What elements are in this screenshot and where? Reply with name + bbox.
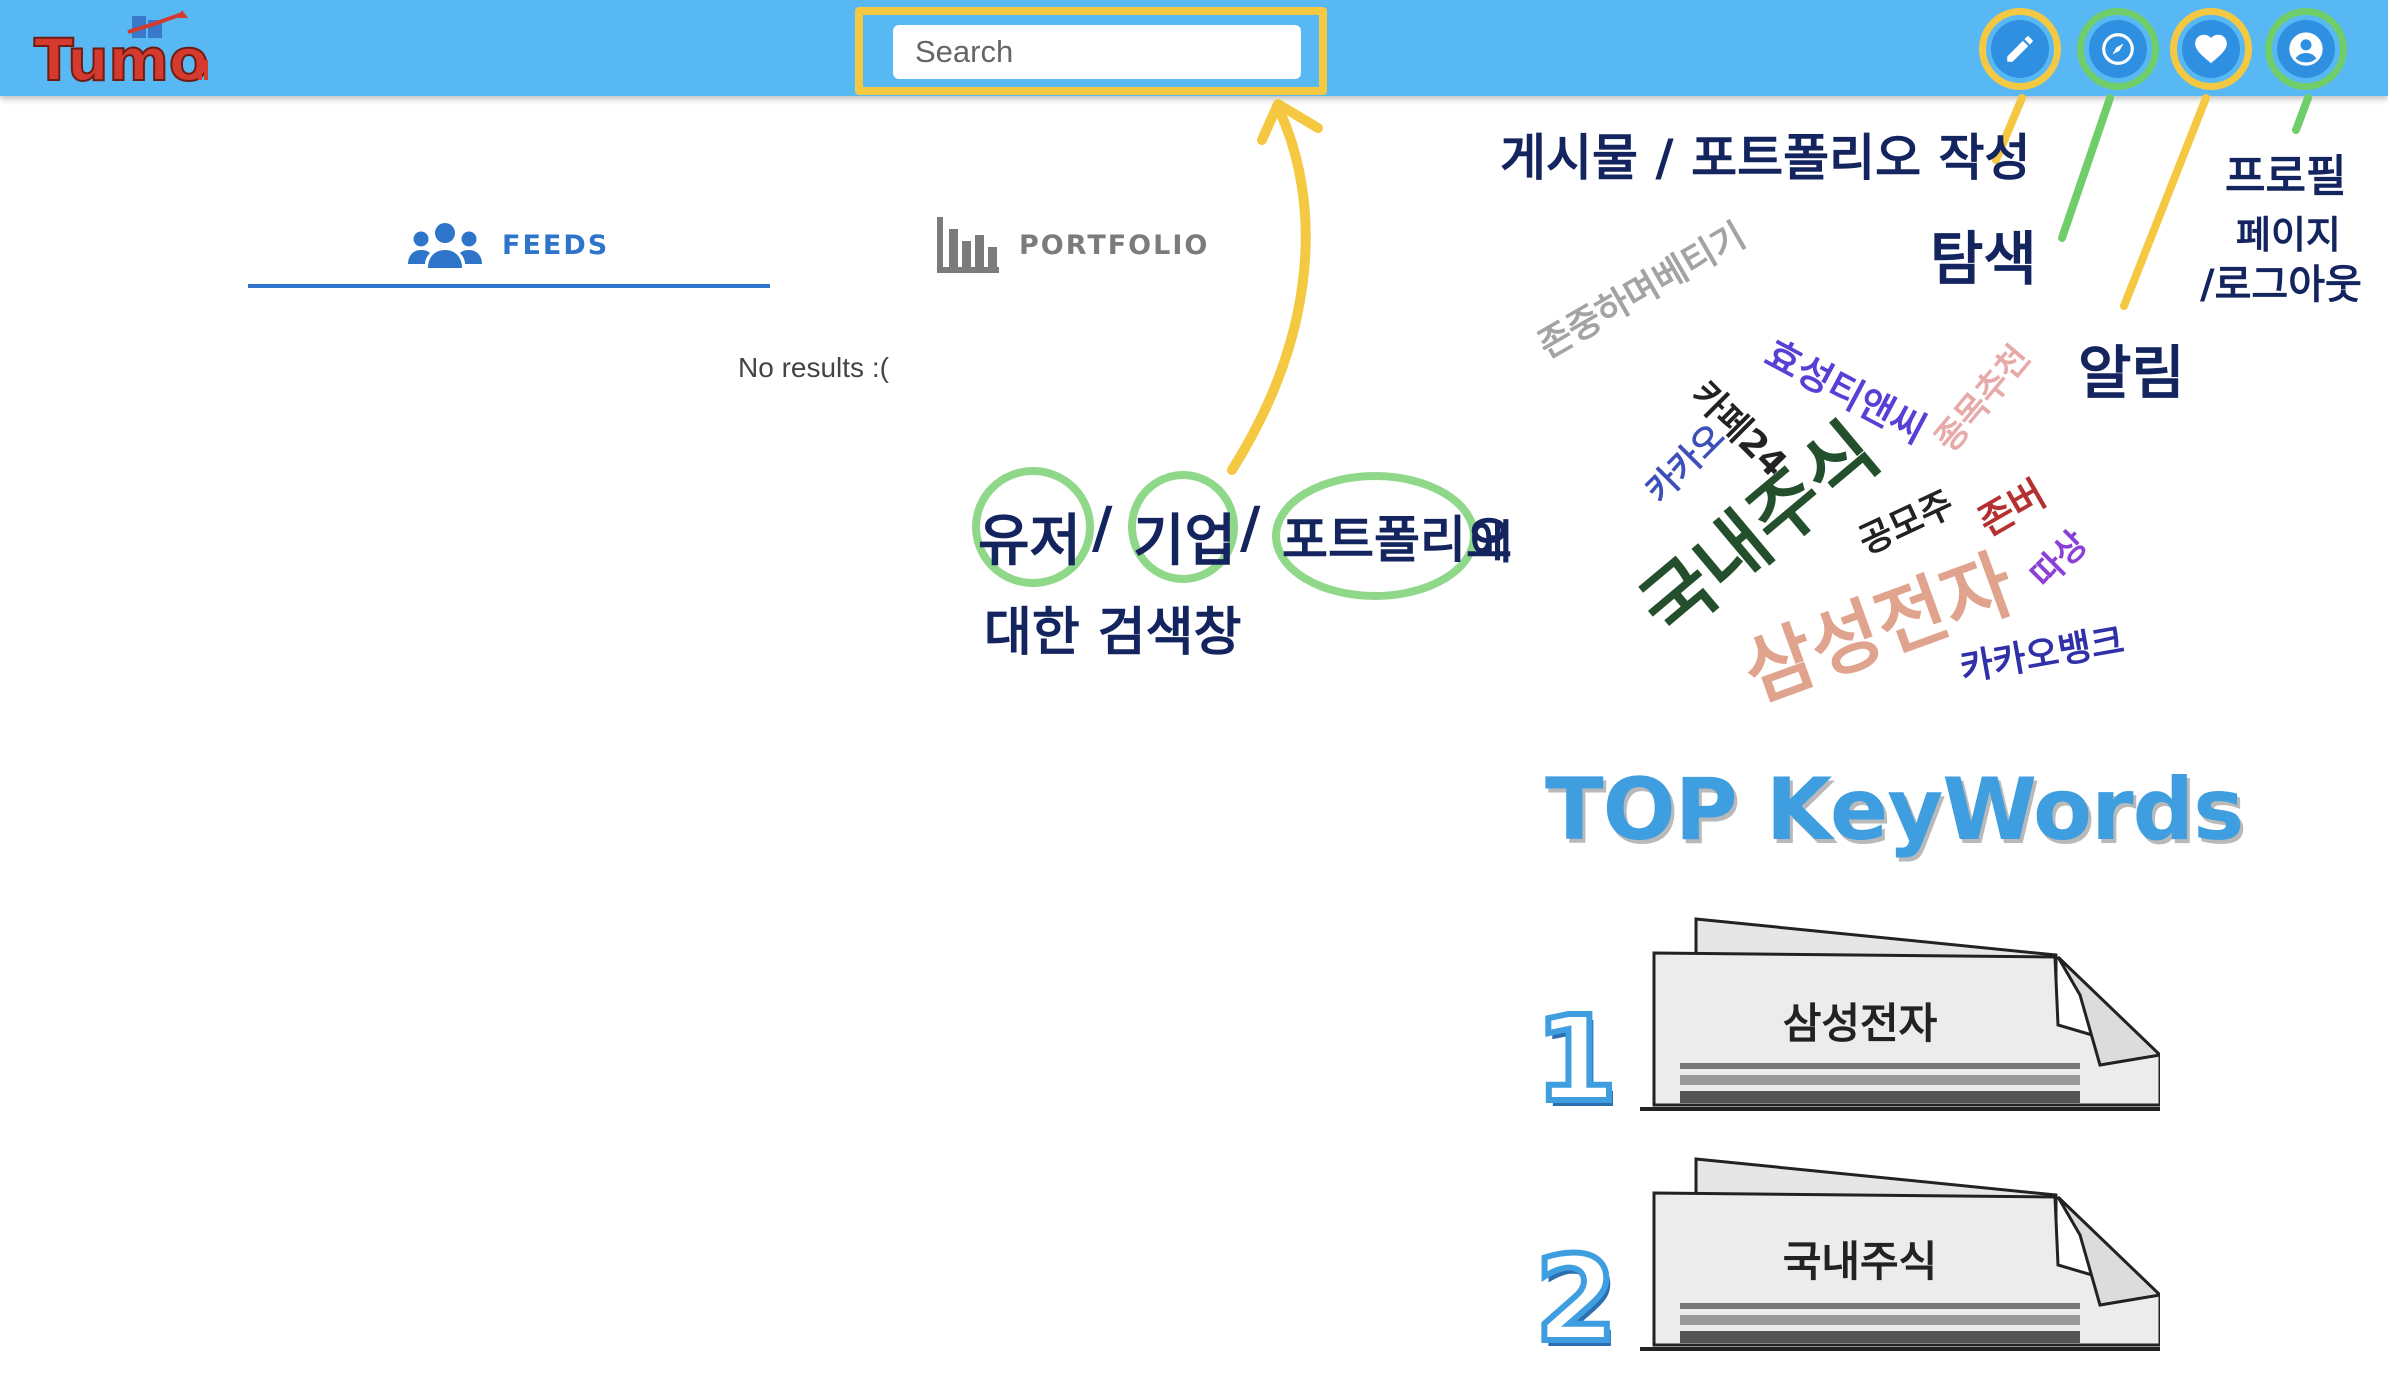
tab-portfolio[interactable]: PORTFOLIO: [935, 210, 1209, 280]
search-input[interactable]: [893, 25, 1301, 79]
people-icon: [408, 223, 482, 268]
explore-button[interactable]: [2077, 8, 2159, 90]
search-desc-slash-2: /: [1240, 496, 1261, 561]
write-post-annotation: 게시물 / 포트폴리오 작성: [1500, 129, 2031, 187]
svg-text:Tumo: Tumo: [34, 26, 209, 92]
alarm-annotation: 알림: [2078, 339, 2185, 407]
top-keywords-title: TOP KeyWords: [1545, 760, 2244, 860]
account-icon: [2289, 32, 2323, 66]
search-desc-slash-1: /: [1092, 496, 1113, 561]
profile-annotation-line1: 프로필: [2225, 151, 2347, 202]
search-desc-company: 기업: [1133, 509, 1237, 574]
search-desc-user: 유저: [978, 509, 1082, 574]
search-highlight-box: [855, 7, 1327, 95]
search-desc-suffix: 에: [1470, 515, 1513, 569]
top-bar: Tumo: [0, 0, 2388, 96]
search-desc-line2: 대한 검색창: [984, 603, 1242, 663]
pencil-icon: [2007, 36, 2033, 62]
bar-chart-icon: [937, 217, 999, 273]
explore-annotation: 탐색: [1930, 225, 2037, 293]
empty-results-message: No results :(: [738, 352, 889, 383]
keyword-label: 삼성전자: [1782, 999, 1938, 1048]
tab-feeds[interactable]: FEEDS: [408, 210, 609, 280]
profile-annotation-line3: /로그아웃: [2200, 262, 2362, 308]
keyword-rank: 1: [1532, 987, 1620, 1131]
tab-feeds-label: FEEDS: [502, 229, 610, 261]
tumo-logo[interactable]: Tumo: [32, 10, 218, 95]
tab-portfolio-label: PORTFOLIO: [1019, 229, 1210, 261]
word-cloud-item: 따상: [2023, 523, 2096, 597]
word-cloud-item: 종목추천: [1927, 338, 2039, 460]
active-tab-indicator: [248, 284, 770, 288]
word-cloud-item: 존중하며베티기: [1531, 215, 1753, 367]
heart-icon: [2195, 34, 2227, 64]
profile-button[interactable]: [2265, 8, 2347, 90]
write-post-button[interactable]: [1979, 8, 2061, 90]
alarm-button[interactable]: [2170, 8, 2252, 90]
keyword-rank: 2: [1532, 1227, 1620, 1371]
compass-icon: [2102, 33, 2134, 65]
keyword-label: 국내주식: [1782, 1237, 1938, 1286]
profile-annotation-line2: 페이지: [2236, 213, 2341, 257]
